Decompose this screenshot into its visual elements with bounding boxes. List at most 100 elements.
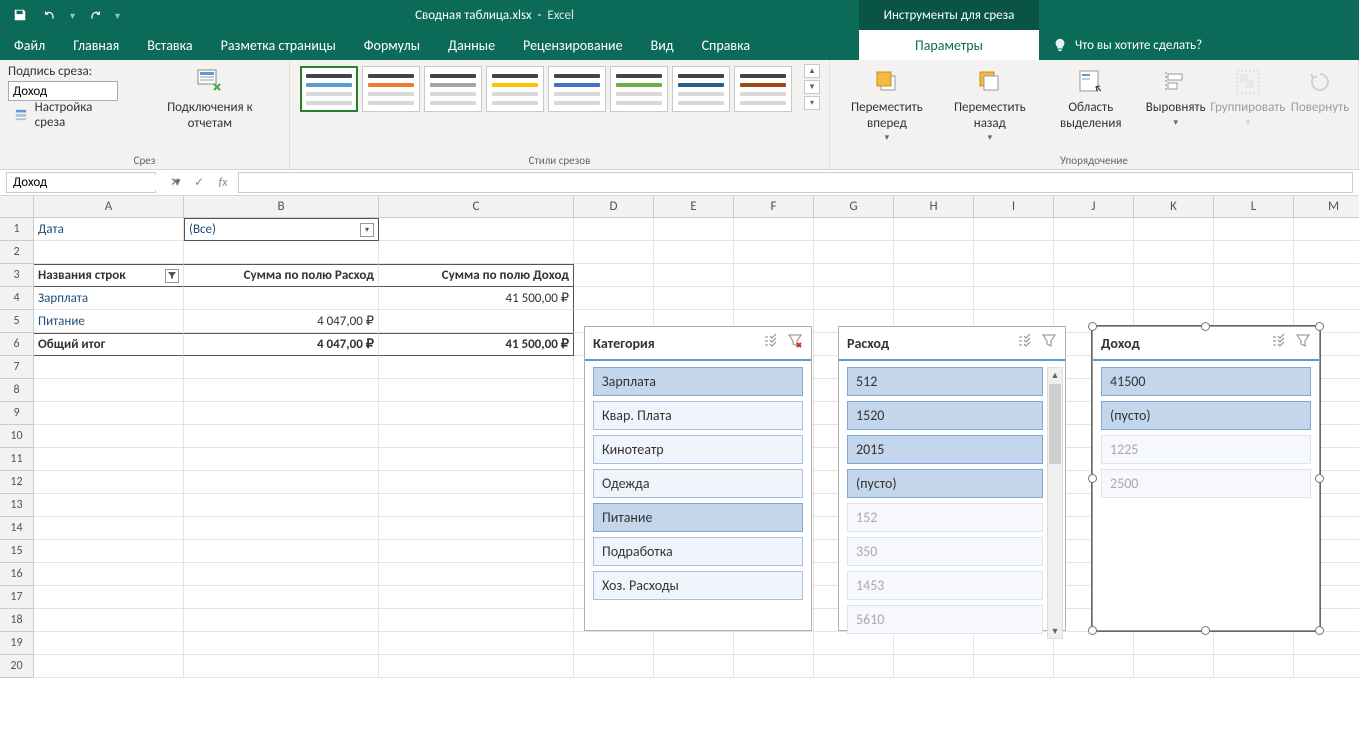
tab-help[interactable]: Справка	[688, 30, 765, 60]
cell[interactable]	[184, 540, 379, 563]
slicer-item[interactable]: Одежда	[593, 469, 803, 498]
tab-slicer-options[interactable]: Параметры	[859, 30, 1039, 60]
row-header[interactable]: 17	[0, 586, 34, 609]
cell[interactable]	[1134, 632, 1214, 655]
cell[interactable]	[574, 218, 654, 241]
cell[interactable]	[1294, 632, 1359, 655]
cell[interactable]	[379, 609, 574, 632]
cell[interactable]	[1054, 218, 1134, 241]
cell[interactable]	[654, 218, 734, 241]
gallery-up-icon[interactable]: ▲	[804, 64, 820, 78]
cell[interactable]	[379, 494, 574, 517]
cell[interactable]	[184, 402, 379, 425]
cell[interactable]	[1294, 655, 1359, 678]
slicer-style-option[interactable]	[548, 66, 606, 112]
column-header[interactable]: F	[734, 196, 814, 218]
row-filter-icon[interactable]	[165, 269, 179, 283]
cell[interactable]	[379, 425, 574, 448]
slicer-styles-gallery[interactable]	[298, 64, 794, 114]
clear-filter-icon[interactable]	[1295, 333, 1311, 353]
cell[interactable]	[184, 609, 379, 632]
slicer-style-option[interactable]	[300, 66, 358, 112]
align-button[interactable]: Выровнять▾	[1146, 64, 1206, 130]
cell[interactable]	[34, 471, 184, 494]
row-header[interactable]: 9	[0, 402, 34, 425]
cell[interactable]	[34, 586, 184, 609]
name-box[interactable]: ▾	[6, 172, 156, 193]
column-header[interactable]: K	[1134, 196, 1214, 218]
slicer-style-option[interactable]	[424, 66, 482, 112]
cell[interactable]	[1214, 218, 1294, 241]
tab-view[interactable]: Вид	[637, 30, 688, 60]
cell[interactable]: Дата	[34, 218, 184, 241]
column-header[interactable]: L	[1214, 196, 1294, 218]
cell[interactable]	[34, 402, 184, 425]
tab-file[interactable]: Файл	[0, 30, 59, 60]
column-header[interactable]: J	[1054, 196, 1134, 218]
column-header[interactable]: C	[379, 196, 574, 218]
slicer-caption-input[interactable]	[8, 81, 118, 101]
slicer-item[interactable]: (пусто)	[847, 469, 1043, 498]
slicer-item[interactable]: Подработка	[593, 537, 803, 566]
slicer-category[interactable]: Категория ЗарплатаКвар. ПлатаКинотеатрОд…	[584, 326, 812, 631]
column-header[interactable]: G	[814, 196, 894, 218]
cell[interactable]: Названия строк	[34, 264, 184, 287]
cell[interactable]	[1294, 264, 1359, 287]
cell[interactable]	[34, 632, 184, 655]
tab-data[interactable]: Данные	[434, 30, 509, 60]
cell[interactable]	[34, 540, 184, 563]
undo-icon[interactable]	[38, 3, 62, 27]
row-header[interactable]: 8	[0, 379, 34, 402]
cell[interactable]	[1054, 632, 1134, 655]
cell[interactable]	[184, 655, 379, 678]
cell[interactable]	[1134, 241, 1214, 264]
cell[interactable]	[379, 563, 574, 586]
slicer-item[interactable]: Зарплата	[593, 367, 803, 396]
cell[interactable]	[574, 655, 654, 678]
cell[interactable]	[1054, 264, 1134, 287]
cell[interactable]	[894, 287, 974, 310]
row-header[interactable]: 19	[0, 632, 34, 655]
cell[interactable]	[734, 632, 814, 655]
cell[interactable]	[814, 655, 894, 678]
slicer-item[interactable]: 152	[847, 503, 1043, 532]
slicer-style-option[interactable]	[610, 66, 668, 112]
cell[interactable]	[184, 379, 379, 402]
cell[interactable]	[894, 655, 974, 678]
slicer-settings-button[interactable]: Настройка среза	[8, 103, 131, 127]
row-header[interactable]: 1	[0, 218, 34, 241]
tab-review[interactable]: Рецензирование	[509, 30, 637, 60]
cell[interactable]	[1294, 241, 1359, 264]
enter-formula-icon[interactable]: ✓	[188, 172, 210, 194]
cell[interactable]	[34, 563, 184, 586]
cell[interactable]	[184, 517, 379, 540]
cell[interactable]	[734, 218, 814, 241]
slicer-item[interactable]: 1453	[847, 571, 1043, 600]
clear-filter-icon[interactable]	[1041, 333, 1057, 353]
qat-dropdown-icon[interactable]: ▾	[68, 9, 77, 22]
row-header[interactable]: 5	[0, 310, 34, 333]
cell[interactable]	[34, 494, 184, 517]
slicer-scrollbar[interactable]: ▲ ▼	[1047, 367, 1063, 639]
select-all-corner[interactable]	[0, 196, 34, 218]
cell[interactable]	[894, 241, 974, 264]
scroll-thumb[interactable]	[1049, 384, 1061, 464]
multi-select-icon[interactable]	[763, 333, 779, 353]
cell[interactable]	[184, 494, 379, 517]
report-connections-button[interactable]: Подключения к отчетам	[139, 64, 281, 133]
cell[interactable]: 4 047,00 ₽	[184, 310, 379, 333]
row-header[interactable]: 18	[0, 609, 34, 632]
column-header[interactable]: E	[654, 196, 734, 218]
scroll-up-icon[interactable]: ▲	[1048, 368, 1062, 382]
scroll-down-icon[interactable]: ▼	[1048, 624, 1062, 638]
row-header[interactable]: 11	[0, 448, 34, 471]
slicer-item[interactable]: 1225	[1101, 435, 1311, 464]
cell[interactable]	[1134, 218, 1214, 241]
clear-filter-icon[interactable]	[787, 333, 803, 353]
cell[interactable]	[379, 471, 574, 494]
cell[interactable]	[814, 264, 894, 287]
cell[interactable]	[379, 586, 574, 609]
bring-forward-button[interactable]: Переместить вперед▾	[838, 64, 936, 146]
cell[interactable]: 41 500,00 ₽	[379, 287, 574, 310]
cell[interactable]	[894, 218, 974, 241]
